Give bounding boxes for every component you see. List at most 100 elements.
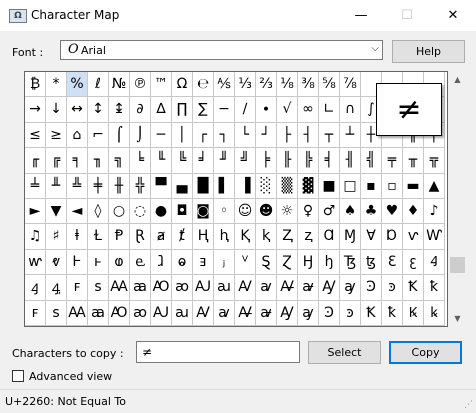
character-cell[interactable]: ☺ — [235, 198, 256, 225]
character-cell[interactable]: ꜹ — [256, 275, 277, 301]
character-cell[interactable]: ꝁ — [382, 300, 403, 326]
character-cell[interactable]: ╨ — [46, 173, 67, 199]
character-cell[interactable]: ꜫ — [403, 249, 424, 276]
character-cell[interactable]: ▓ — [298, 173, 319, 199]
character-cell[interactable]: ╚ — [172, 148, 193, 174]
character-cell[interactable]: ₿ — [25, 72, 46, 98]
character-cell[interactable]: ♪ — [424, 198, 445, 225]
close-button[interactable]: ✕ — [430, 0, 476, 31]
character-cell[interactable]: ▪ — [361, 173, 382, 199]
character-cell[interactable]: ◘ — [172, 198, 193, 225]
character-cell[interactable]: Ꜧ — [298, 249, 319, 276]
character-cell[interactable]: ◙ — [193, 198, 214, 225]
resize-grip-icon[interactable]: ⋰ — [464, 400, 473, 410]
character-cell[interactable]: ╖ — [88, 148, 109, 174]
character-cell[interactable]: ∩ — [340, 97, 361, 123]
character-cell[interactable]: ▌ — [214, 173, 235, 199]
character-cell[interactable]: ⅝ — [319, 72, 340, 98]
character-cell[interactable]: ⅔ — [256, 72, 277, 98]
character-cell[interactable]: Ꜻ — [235, 300, 256, 326]
scroll-thumb[interactable] — [450, 257, 465, 273]
character-cell[interactable]: ■ — [319, 173, 340, 199]
character-cell[interactable]: ◌ — [130, 198, 151, 225]
character-cell[interactable]: Ⱬ — [277, 224, 298, 250]
character-cell[interactable]: ꜱ — [46, 300, 67, 326]
character-cell[interactable]: ⱪ — [256, 224, 277, 250]
scroll-up-icon[interactable]: ▲ — [449, 71, 466, 88]
character-cell[interactable]: ꜹ — [214, 300, 235, 326]
character-cell[interactable]: ╣ — [361, 148, 382, 174]
character-cell[interactable]: ꜧ — [319, 249, 340, 276]
character-cell[interactable]: Ꜽ — [277, 300, 298, 326]
minimize-button[interactable]: — — [338, 0, 384, 31]
character-cell[interactable]: ⱨ — [214, 224, 235, 250]
character-cell[interactable]: ╧ — [25, 173, 46, 199]
character-cell[interactable]: ╩ — [67, 173, 88, 199]
character-cell[interactable]: Ꜷ — [193, 275, 214, 301]
character-cell[interactable]: ⌡ — [130, 122, 151, 149]
character-cell[interactable]: ─ — [151, 122, 172, 149]
character-cell[interactable]: Ɒ — [382, 224, 403, 250]
character-cell[interactable]: ꜩ — [361, 249, 382, 276]
character-cell[interactable]: ☼ — [277, 198, 298, 225]
character-cell[interactable]: ⅓ — [235, 72, 256, 98]
character-cell[interactable]: ╫ — [109, 173, 130, 199]
character-cell[interactable]: ꜵ — [130, 300, 151, 326]
characters-to-copy-input[interactable]: ≠ — [136, 341, 300, 363]
character-cell[interactable]: ⱦ — [172, 224, 193, 250]
character-cell[interactable]: Ɀ — [277, 249, 298, 276]
character-cell[interactable]: ░ — [256, 173, 277, 199]
character-cell[interactable]: Ꜷ — [151, 300, 172, 326]
character-cell[interactable]: √ — [277, 97, 298, 123]
character-cell[interactable]: ⱱ — [403, 224, 424, 250]
character-cell[interactable]: ╢ — [340, 148, 361, 174]
character-cell[interactable]: Ɱ — [340, 224, 361, 250]
character-cell[interactable]: □ — [340, 173, 361, 199]
character-cell[interactable]: ⅛ — [277, 72, 298, 98]
character-cell[interactable]: Ɐ — [361, 224, 382, 250]
character-cell[interactable]: ► — [25, 198, 46, 225]
character-cell[interactable]: Ꜿ — [319, 300, 340, 326]
character-cell[interactable]: ▐ — [235, 173, 256, 199]
character-cell[interactable]: ┤ — [298, 122, 319, 149]
character-cell[interactable]: ∙ — [256, 97, 277, 123]
character-cell[interactable]: ≤ — [25, 122, 46, 149]
character-cell[interactable]: ∟ — [319, 97, 340, 123]
character-cell[interactable]: Ꜹ — [193, 300, 214, 326]
character-cell[interactable]: ╟ — [277, 148, 298, 174]
character-cell[interactable]: ↔ — [67, 97, 88, 123]
character-cell[interactable]: Ꜻ — [277, 275, 298, 301]
character-cell[interactable]: ꜻ — [298, 275, 319, 301]
character-cell[interactable]: ↕ — [88, 97, 109, 123]
character-cell[interactable]: ꜵ — [172, 275, 193, 301]
character-cell[interactable]: ╓ — [25, 148, 46, 174]
character-cell[interactable]: ∆ — [151, 97, 172, 123]
character-cell[interactable]: █ — [193, 173, 214, 199]
character-cell[interactable]: Ꜽ — [319, 275, 340, 301]
character-cell[interactable]: ▄ — [172, 173, 193, 199]
character-cell[interactable]: Ⱶ — [67, 249, 88, 276]
character-cell[interactable]: ╞ — [256, 148, 277, 174]
character-cell[interactable]: ◊ — [88, 198, 109, 225]
character-cell[interactable]: ⱥ — [151, 224, 172, 250]
font-dropdown[interactable]: O Arial ⌵ — [60, 40, 383, 60]
character-cell[interactable]: ♥ — [382, 198, 403, 225]
character-cell[interactable]: ꜿ — [382, 275, 403, 301]
character-cell[interactable]: ꜷ — [214, 275, 235, 301]
character-cell[interactable]: ○ — [109, 198, 130, 225]
character-cell[interactable]: ♠ — [340, 198, 361, 225]
character-cell[interactable]: ∏ — [172, 97, 193, 123]
character-cell[interactable]: ⱬ — [298, 224, 319, 250]
character-cell[interactable]: │ — [172, 122, 193, 149]
character-cell[interactable]: ꜳ — [130, 275, 151, 301]
character-cell[interactable]: ♀ — [298, 198, 319, 225]
character-cell[interactable]: ╘ — [130, 148, 151, 174]
character-cell[interactable]: ◦ — [214, 198, 235, 225]
character-cell[interactable]: ꝁ — [424, 275, 445, 301]
character-cell[interactable]: ╔ — [46, 148, 67, 174]
character-cell[interactable]: ╡ — [319, 148, 340, 174]
advanced-view-label[interactable]: Advanced view — [29, 370, 112, 383]
character-cell[interactable]: Ꜵ — [109, 300, 130, 326]
character-cell[interactable]: ⱷ — [109, 249, 130, 276]
chevron-down-icon[interactable]: ⌵ — [371, 43, 379, 54]
